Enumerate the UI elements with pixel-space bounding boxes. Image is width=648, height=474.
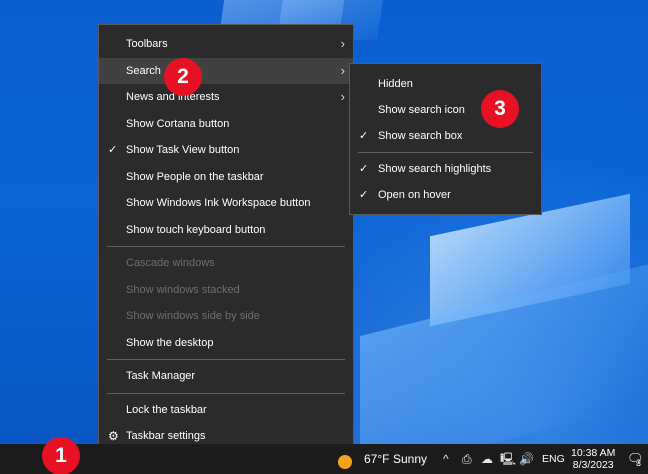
menu-item-show-windows-stacked: Show windows stacked [99, 277, 353, 304]
checkmark-icon: ✓ [359, 163, 369, 175]
menu-item-label: Show windows side by side [126, 310, 260, 322]
menu-item-label: Cascade windows [126, 257, 215, 269]
menu-item-label: Toolbars [126, 38, 168, 50]
menu-divider [358, 152, 533, 153]
menu-item-label: Open on hover [378, 189, 451, 201]
submenu-item-hidden[interactable]: Hidden [350, 71, 541, 97]
menu-item-label: Taskbar settings [126, 430, 206, 442]
menu-item-task-manager[interactable]: Task Manager [99, 363, 353, 390]
show-hidden-icons-chevron-icon[interactable]: ^ [443, 444, 449, 474]
volume-icon[interactable]: 🔊 [519, 444, 534, 474]
submenu-item-show-search-highlights[interactable]: ✓ Show search highlights [350, 156, 541, 182]
meet-now-icon[interactable]: ⎙ [462, 444, 472, 474]
network-icon[interactable]: 🖳 [500, 444, 516, 474]
menu-item-label: Show touch keyboard button [126, 223, 266, 236]
checkmark-icon: ✓ [359, 189, 369, 201]
search-submenu: Hidden Show search icon ✓ Show search bo… [349, 63, 542, 215]
menu-item-label: Show People on the taskbar [126, 170, 264, 183]
menu-divider [107, 359, 345, 360]
chevron-right-icon: › [340, 36, 345, 51]
submenu-item-open-on-hover[interactable]: ✓ Open on hover [350, 182, 541, 208]
taskbar[interactable]: 67°F Sunny ^ ⎙ ☁ 🖳 🔊 ENG 10:38 AM 8/3/20… [0, 444, 648, 474]
step-badge-3: 3 [481, 90, 519, 128]
menu-item-label: Hidden [378, 78, 413, 90]
sun-icon[interactable] [338, 455, 352, 469]
notification-count-badge: 3 [636, 458, 642, 468]
checkmark-icon: ✓ [108, 144, 118, 156]
menu-item-toolbars[interactable]: Toolbars › [99, 31, 353, 58]
menu-item-label: Task Manager [126, 370, 196, 382]
menu-divider [107, 246, 345, 247]
menu-item-show-windows-ink[interactable]: Show Windows Ink Workspace button [99, 190, 353, 217]
menu-item-show-the-desktop[interactable]: Show the desktop [99, 330, 353, 357]
menu-item-label: Show search highlights [378, 163, 492, 175]
onedrive-cloud-icon[interactable]: ☁ [481, 444, 493, 474]
menu-item-label: Show search box [378, 130, 463, 142]
menu-item-search[interactable]: Search › [99, 57, 353, 84]
menu-item-label: Show Task View button [126, 144, 240, 156]
step-badge-2: 2 [164, 58, 202, 96]
menu-item-show-cortana-button[interactable]: Show Cortana button [99, 111, 353, 138]
menu-item-label: Lock the taskbar [126, 403, 207, 416]
menu-item-lock-the-taskbar[interactable]: Lock the taskbar [99, 397, 353, 424]
menu-item-show-people[interactable]: Show People on the taskbar [99, 164, 353, 191]
input-language-indicator[interactable]: ENG [542, 444, 565, 474]
chevron-right-icon: › [340, 89, 345, 104]
weather-temperature[interactable]: 67°F [364, 444, 389, 474]
menu-item-label: Show windows stacked [126, 283, 240, 296]
taskbar-context-menu: Toolbars › Search › News and interests ›… [98, 24, 354, 456]
taskbar-clock[interactable]: 10:38 AM 8/3/2023 [571, 447, 615, 471]
checkmark-icon: ✓ [359, 130, 369, 142]
clock-time: 10:38 AM [571, 447, 616, 459]
step-badge-1: 1 [42, 437, 80, 474]
clock-date: 8/3/2023 [572, 459, 614, 471]
menu-item-show-windows-side-by-side: Show windows side by side [99, 303, 353, 330]
weather-condition[interactable]: Sunny [393, 444, 427, 474]
menu-item-label: Search [126, 64, 161, 77]
submenu-item-show-search-box[interactable]: ✓ Show search box [350, 123, 541, 149]
menu-item-label: Show Windows Ink Workspace button [126, 197, 311, 209]
chevron-right-icon: › [340, 62, 345, 78]
menu-item-show-task-view-button[interactable]: ✓ Show Task View button [99, 137, 353, 164]
menu-item-label: Show Cortana button [126, 117, 230, 130]
menu-item-show-touch-keyboard[interactable]: Show touch keyboard button [99, 217, 353, 244]
menu-item-label: Show search icon [378, 104, 465, 116]
menu-divider [107, 392, 345, 394]
menu-item-news-and-interests[interactable]: News and interests › [99, 84, 353, 111]
menu-item-label: Show the desktop [126, 336, 214, 349]
menu-item-cascade-windows: Cascade windows [99, 250, 353, 277]
